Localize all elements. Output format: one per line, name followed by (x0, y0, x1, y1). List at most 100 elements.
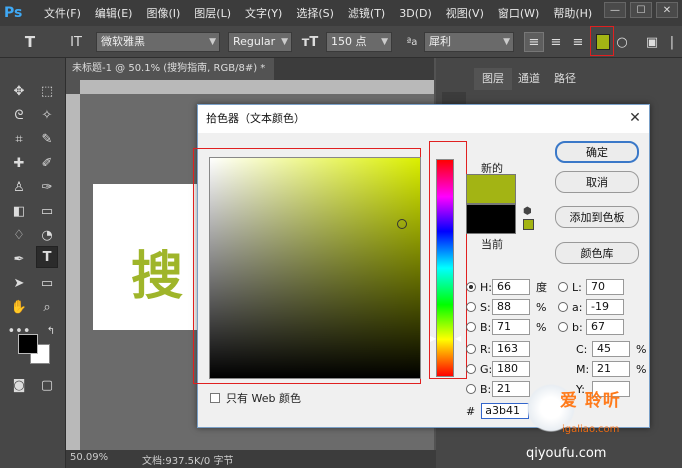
brightness-input[interactable]: 71 (492, 319, 530, 335)
menu-file[interactable]: 文件(F) (44, 5, 81, 21)
gradient-tool-icon[interactable]: ▭ (36, 200, 58, 222)
tab-layers[interactable]: 图层 (474, 68, 512, 90)
web-colors-only-checkbox[interactable] (210, 393, 220, 403)
lasso-tool-icon[interactable]: ᘓ (8, 104, 30, 126)
font-style-value: Regular (233, 35, 276, 48)
type-tool-preset-icon[interactable]: T (20, 32, 40, 52)
hue-slider-arrow-left[interactable]: ▶ (430, 334, 436, 343)
canvas-text-layer[interactable]: 搜 (131, 234, 183, 309)
lab-a-radio[interactable] (558, 302, 568, 312)
lightness-input[interactable]: 70 (586, 279, 624, 295)
tab-paths[interactable]: 路径 (546, 68, 584, 90)
saturation-input[interactable]: 88 (492, 299, 530, 315)
history-brush-icon[interactable]: ✑ (36, 176, 58, 198)
menu-edit[interactable]: 编辑(E) (95, 5, 133, 21)
tab-channels[interactable]: 通道 (510, 68, 548, 90)
menu-layer[interactable]: 图层(L) (194, 5, 231, 21)
hue-slider[interactable] (436, 159, 454, 377)
rectangle-tool-icon[interactable]: ▭ (36, 272, 58, 294)
saturation-row: S: 88 % (466, 299, 550, 315)
red-input[interactable]: 163 (492, 341, 530, 357)
web-colors-only-option[interactable]: 只有 Web 颜色 (210, 390, 301, 406)
web-safe-cube-icon[interactable]: ⬢ (523, 206, 533, 217)
marquee-tool-icon[interactable]: ⬚ (36, 80, 58, 102)
move-tool-icon[interactable]: ✥ (8, 80, 30, 102)
lightness-radio[interactable] (558, 282, 568, 292)
align-left-icon[interactable]: ≡ (524, 32, 544, 52)
eraser-tool-icon[interactable]: ◧ (8, 200, 30, 222)
cyan-input[interactable]: 45 (592, 341, 630, 357)
lab-b-input[interactable]: 67 (586, 319, 624, 335)
magenta-input[interactable]: 21 (592, 361, 630, 377)
saturation-brightness-field[interactable] (209, 157, 421, 379)
font-style-select[interactable]: Regular ▼ (228, 32, 292, 52)
font-size-value: 150 点 (331, 35, 367, 48)
cancel-button[interactable]: 取消 (555, 171, 639, 193)
character-panel-icon[interactable]: ▣ (642, 32, 662, 52)
hand-tool-icon[interactable]: ✋ (8, 296, 30, 318)
magic-wand-icon[interactable]: ✧ (36, 104, 58, 126)
dodge-tool-icon[interactable]: ◔ (36, 224, 58, 246)
menu-window[interactable]: 窗口(W) (498, 5, 539, 21)
menu-filter[interactable]: 滤镜(T) (348, 5, 385, 21)
font-size-select[interactable]: 150 点 ▼ (326, 32, 392, 52)
menu-view[interactable]: 视图(V) (446, 5, 484, 21)
foreground-color-swatch[interactable] (18, 334, 38, 354)
current-color-swatch[interactable] (466, 204, 516, 234)
green-input[interactable]: 180 (492, 361, 530, 377)
hue-slider-arrow-right[interactable]: ◀ (455, 334, 461, 343)
pen-tool-icon[interactable]: ✒ (8, 248, 30, 270)
web-safe-color-swatch[interactable] (523, 219, 534, 230)
healing-brush-icon[interactable]: ✚ (8, 152, 30, 174)
menu-select[interactable]: 选择(S) (296, 5, 334, 21)
hue-radio[interactable] (466, 282, 476, 292)
menu-type[interactable]: 文字(Y) (245, 5, 282, 21)
document-tab[interactable]: 未标题-1 @ 50.1% (搜狗指南, RGB/8#) * (66, 58, 274, 80)
add-to-swatches-button[interactable]: 添加到色板 (555, 206, 639, 228)
more-options-icon[interactable]: | (662, 32, 682, 52)
close-icon[interactable]: ✕ (626, 109, 644, 127)
align-right-icon[interactable]: ≡ (568, 32, 588, 52)
green-radio[interactable] (466, 364, 476, 374)
antialias-select[interactable]: 犀利 ▼ (424, 32, 514, 52)
font-family-select[interactable]: 微软雅黑 ▼ (96, 32, 220, 52)
menu-image[interactable]: 图像(I) (146, 5, 180, 21)
antialias-value: 犀利 (429, 35, 451, 48)
swap-colors-icon[interactable]: ↰ (44, 324, 58, 338)
clone-stamp-icon[interactable]: ♙ (8, 176, 30, 198)
menu-help[interactable]: 帮助(H) (553, 5, 592, 21)
eyedropper-icon[interactable]: ✎ (36, 128, 58, 150)
brightness-radio[interactable] (466, 322, 476, 332)
hue-unit: 度 (536, 281, 547, 294)
lab-a-input[interactable]: -19 (586, 299, 624, 315)
color-libraries-button[interactable]: 颜色库 (555, 242, 639, 264)
menu-3d[interactable]: 3D(D) (399, 7, 432, 20)
zoom-tool-icon[interactable]: ⌕ (36, 296, 58, 318)
hex-label: # (466, 404, 476, 418)
toggle-orientation-icon[interactable]: IT (66, 32, 86, 52)
lab-b-radio[interactable] (558, 322, 568, 332)
red-radio[interactable] (466, 344, 476, 354)
hue-input[interactable]: 66 (492, 279, 530, 295)
type-tool-icon[interactable]: T (36, 246, 58, 268)
site-watermark: 爱 聆听 igaliao.com qiyoufu.com (520, 378, 680, 466)
close-button[interactable]: ✕ (656, 2, 678, 18)
blur-tool-icon[interactable]: ♢ (8, 224, 30, 246)
saturation-radio[interactable] (466, 302, 476, 312)
quick-mask-icon[interactable]: ◙ (8, 374, 30, 396)
path-selection-icon[interactable]: ➤ (8, 272, 30, 294)
color-field-cursor[interactable] (397, 219, 407, 229)
lab-a-row: a: -19 (558, 299, 624, 315)
align-center-icon[interactable]: ≡ (546, 32, 566, 52)
text-color-swatch[interactable] (596, 34, 610, 50)
minimize-button[interactable]: — (604, 2, 626, 18)
crop-tool-icon[interactable]: ⌗ (8, 128, 30, 150)
warp-text-icon[interactable]: ○ (612, 32, 632, 52)
screen-mode-icon[interactable]: ▢ (36, 374, 58, 396)
zoom-level[interactable]: 50.09% (70, 452, 108, 463)
maximize-button[interactable]: ☐ (630, 2, 652, 18)
tab-strip (274, 58, 434, 80)
blue-radio[interactable] (466, 384, 476, 394)
brush-tool-icon[interactable]: ✐ (36, 152, 58, 174)
ok-button[interactable]: 确定 (555, 141, 639, 163)
